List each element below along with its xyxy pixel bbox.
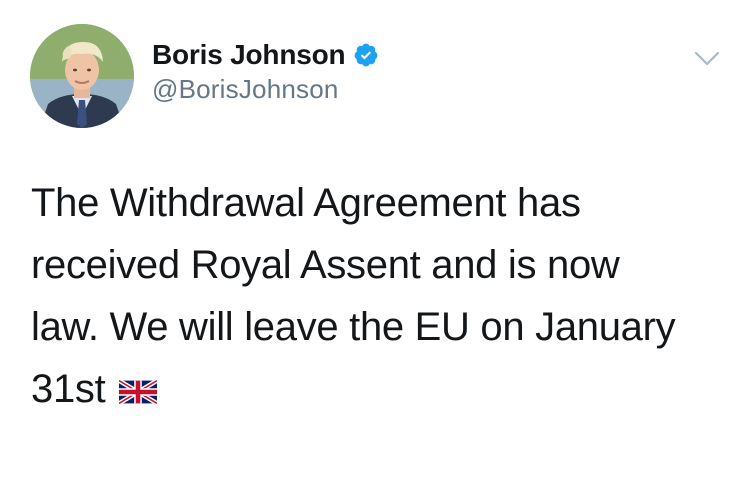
author-name-row: Boris Johnson [152, 38, 379, 72]
verified-badge-icon [353, 42, 379, 68]
author-avatar[interactable] [30, 24, 134, 128]
chevron-down-icon[interactable] [694, 50, 720, 68]
tweet-text: The Withdrawal Agreement has received Ro… [31, 172, 711, 420]
author-handle[interactable]: @BorisJohnson [152, 74, 379, 105]
uk-flag-icon [118, 360, 159, 406]
author-display-name[interactable]: Boris Johnson [152, 39, 346, 71]
tweet-header: Boris Johnson @BorisJohnson [152, 38, 379, 105]
profile-photo-icon [30, 24, 134, 128]
tweet-card: Boris Johnson @BorisJohnson The Withdraw… [0, 0, 737, 481]
